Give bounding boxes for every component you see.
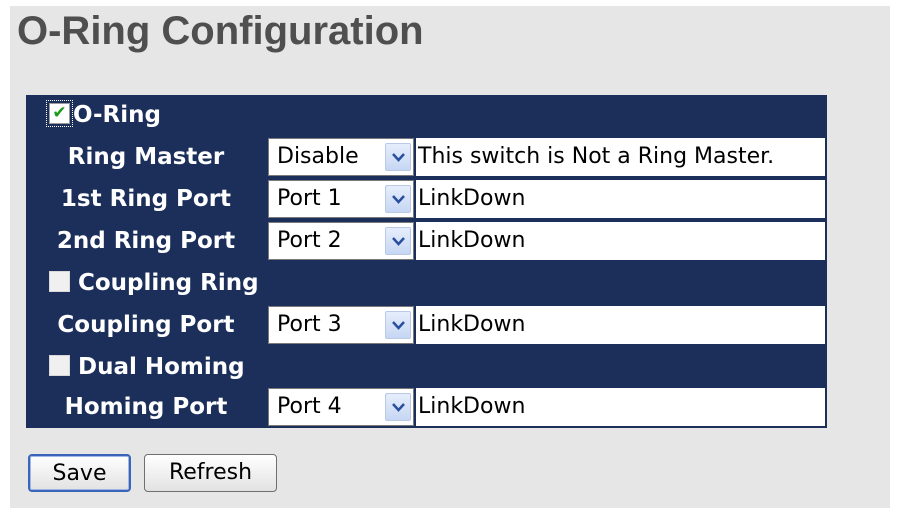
check-icon: ✔: [52, 103, 67, 123]
ring-port-2-select-value: Port 2: [277, 228, 342, 253]
coupling-port-status-text: LinkDown: [418, 312, 526, 337]
coupling-port-select[interactable]: Port 3: [268, 306, 414, 344]
page-title: O-Ring Configuration: [17, 9, 424, 53]
homing-port-select[interactable]: Port 4: [268, 388, 414, 426]
ring-master-select[interactable]: Disable: [268, 138, 414, 176]
ring-port-2-status: LinkDown: [416, 222, 825, 260]
coupling-section-label: Coupling Ring: [78, 270, 259, 296]
refresh-button[interactable]: Refresh: [144, 454, 277, 492]
chevron-down-icon[interactable]: [385, 393, 411, 421]
ring-port-1-row: 1st Ring Port Port 1 LinkDown: [26, 179, 827, 219]
ring-master-status-text: This switch is Not a Ring Master.: [418, 144, 775, 169]
homing-port-select-value: Port 4: [277, 394, 342, 419]
ring-master-select-value: Disable: [277, 144, 359, 169]
chevron-down-icon[interactable]: [385, 185, 411, 213]
coupling-port-status: LinkDown: [416, 306, 825, 344]
coupling-port-label: Coupling Port: [57, 312, 235, 338]
homing-port-status-text: LinkDown: [418, 394, 526, 419]
ring-port-1-select[interactable]: Port 1: [268, 180, 414, 218]
dual-homing-section-label: Dual Homing: [78, 354, 245, 380]
ring-port-2-select[interactable]: Port 2: [268, 222, 414, 260]
ring-port-2-label: 2nd Ring Port: [56, 228, 236, 254]
ring-port-1-status-text: LinkDown: [418, 186, 526, 211]
ring-port-2-status-text: LinkDown: [418, 228, 526, 253]
homing-port-status: LinkDown: [416, 388, 825, 426]
ring-master-row: Ring Master Disable This switch is Not a…: [26, 137, 827, 177]
oring-section-label: O-Ring: [73, 102, 161, 128]
oring-section-header: ✔ O-Ring: [26, 95, 827, 135]
dual-homing-section-header: Dual Homing: [26, 347, 827, 387]
chevron-down-icon[interactable]: [385, 311, 411, 339]
coupling-checkbox[interactable]: [49, 271, 70, 292]
coupling-section-header: Coupling Ring: [26, 263, 827, 303]
ring-port-1-status: LinkDown: [416, 180, 825, 218]
ring-master-status: This switch is Not a Ring Master.: [416, 138, 825, 176]
homing-port-label: Homing Port: [64, 394, 228, 420]
chevron-down-icon[interactable]: [385, 227, 411, 255]
ring-port-1-label: 1st Ring Port: [60, 186, 232, 212]
chevron-down-icon[interactable]: [385, 143, 411, 171]
dual-homing-checkbox[interactable]: [49, 355, 70, 376]
oring-checkbox[interactable]: ✔: [46, 100, 73, 127]
coupling-port-row: Coupling Port Port 3 LinkDown: [26, 305, 827, 345]
ring-port-1-select-value: Port 1: [277, 186, 342, 211]
ring-master-label: Ring Master: [67, 144, 225, 170]
homing-port-row: Homing Port Port 4 LinkDown: [26, 387, 827, 427]
save-button[interactable]: Save: [28, 454, 131, 492]
coupling-port-select-value: Port 3: [277, 312, 342, 337]
ring-port-2-row: 2nd Ring Port Port 2 LinkDown: [26, 221, 827, 261]
oring-config-table: ✔ O-Ring Ring Master Disable This switch…: [26, 95, 827, 428]
